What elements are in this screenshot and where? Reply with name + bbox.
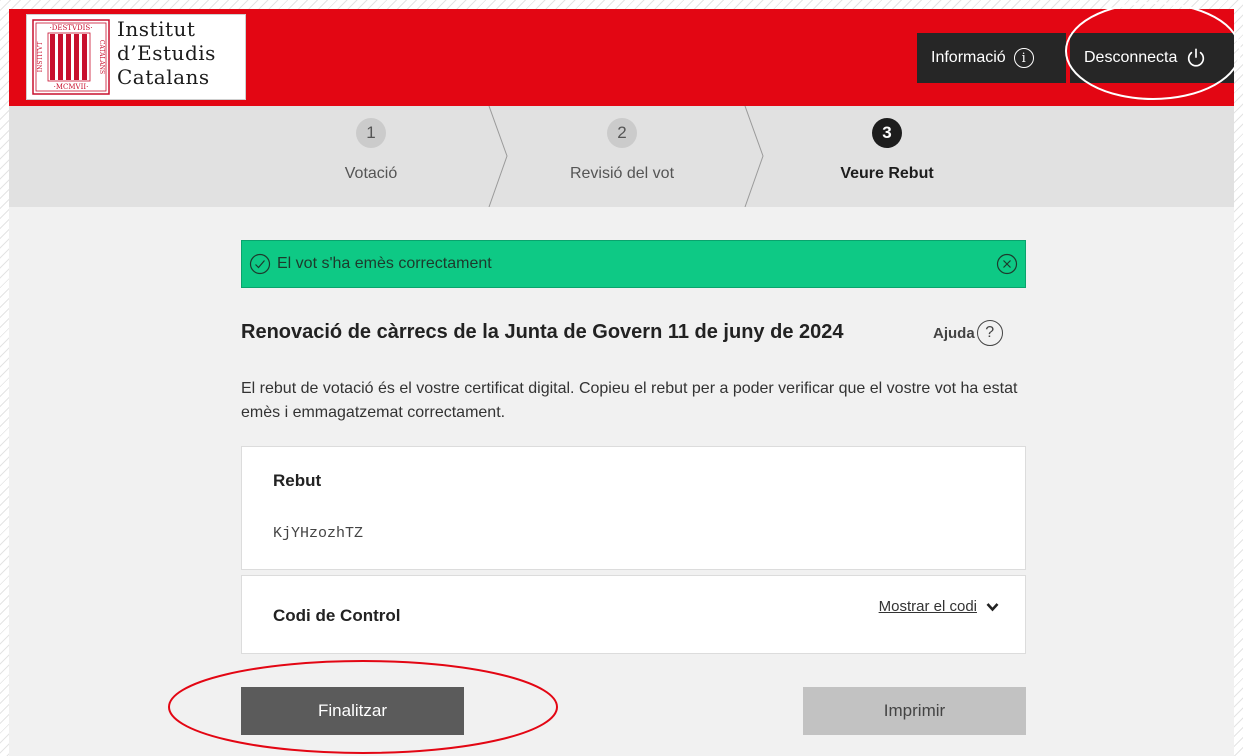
- step-label: Revisió del vot: [569, 165, 675, 182]
- info-icon: i: [1013, 48, 1034, 68]
- step-number: 1: [356, 118, 386, 148]
- logo-line-2: d’Estudis: [117, 41, 216, 65]
- election-title: Renovació de càrrecs de la Junta de Gove…: [241, 321, 844, 343]
- info-label: Informació: [931, 49, 1006, 66]
- step-divider: [488, 106, 508, 207]
- show-code-label: Mostrar el codi: [878, 598, 977, 615]
- progress-steps: 1 Votació 2 Revisió del vot 3 Veure Rebu…: [9, 106, 1234, 207]
- svg-text:CATALANS: CATALANS: [98, 40, 105, 74]
- step-number: 3: [872, 118, 902, 148]
- step-votacio: 1 Votació: [266, 106, 476, 207]
- help-label: Ajuda: [933, 324, 975, 342]
- step-divider: [744, 106, 764, 207]
- show-code-toggle[interactable]: Mostrar el codi: [879, 598, 999, 615]
- step-veure-rebut: 3 Veure Rebut: [782, 106, 992, 207]
- receipt-description: El rebut de votació és el vostre certifi…: [241, 380, 1018, 421]
- logout-button[interactable]: Desconnecta: [1070, 33, 1234, 83]
- finish-button[interactable]: Finalitzar: [241, 687, 464, 735]
- control-code-card: Codi de Control Mostrar el codi: [241, 575, 1026, 654]
- print-button[interactable]: Imprimir: [803, 687, 1026, 735]
- svg-text:·DESTVDIS·: ·DESTVDIS·: [50, 24, 93, 32]
- receipt-code[interactable]: KjYHzozhTZ: [273, 525, 363, 542]
- step-label: Votació: [344, 165, 398, 182]
- logo-line-1: Institut: [117, 17, 196, 41]
- close-icon[interactable]: [996, 253, 1018, 275]
- control-code-label: Codi de Control: [273, 606, 401, 625]
- check-circle-icon: [249, 253, 271, 275]
- alert-text: El vot s'ha emès correctament: [277, 255, 492, 272]
- iec-logo[interactable]: ·DESTVDIS· ·MCMVII· INSTITVT CATALANS In…: [26, 14, 246, 100]
- svg-text:·MCMVII·: ·MCMVII·: [54, 83, 89, 91]
- help-link[interactable]: Ajuda ?: [933, 320, 1003, 346]
- header-bar: ·DESTVDIS· ·MCMVII· INSTITVT CATALANS In…: [9, 9, 1234, 106]
- svg-text:INSTITVT: INSTITVT: [37, 42, 44, 72]
- info-button[interactable]: Informació i: [917, 33, 1066, 83]
- logo-line-3: Catalans: [117, 65, 210, 89]
- receipt-label: Rebut: [273, 471, 322, 490]
- power-icon: [1188, 48, 1205, 67]
- chevron-down-icon: [986, 602, 999, 611]
- help-icon: ?: [976, 320, 1003, 346]
- success-alert: El vot s'ha emès correctament: [241, 240, 1026, 288]
- logout-label: Desconnecta: [1084, 49, 1178, 66]
- step-number: 2: [607, 118, 637, 148]
- step-revisio: 2 Revisió del vot: [517, 106, 727, 207]
- logo-wordmark: Institut d’Estudis Catalans: [117, 17, 216, 89]
- page: ·DESTVDIS· ·MCMVII· INSTITVT CATALANS In…: [9, 9, 1234, 756]
- receipt-card: Rebut KjYHzozhTZ: [241, 446, 1026, 570]
- iec-seal-icon: ·DESTVDIS· ·MCMVII· INSTITVT CATALANS: [32, 19, 110, 95]
- step-label: Veure Rebut: [840, 165, 934, 182]
